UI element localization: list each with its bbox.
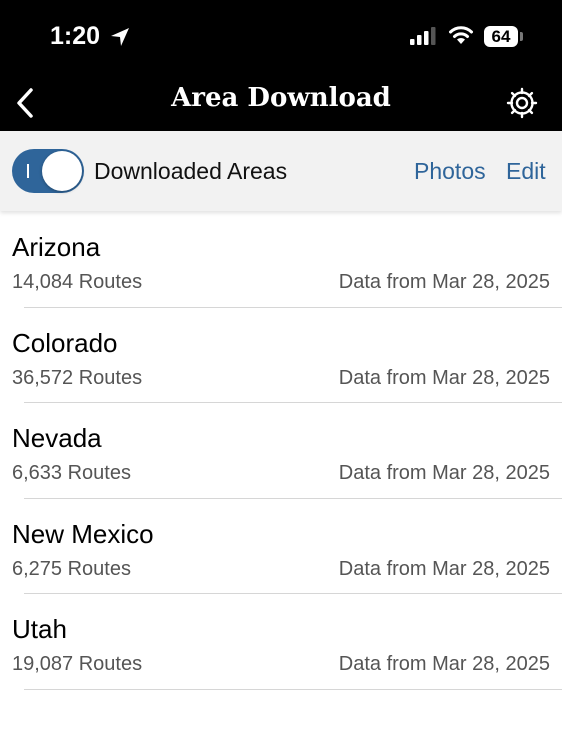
area-name: Colorado	[12, 327, 118, 358]
battery-tip	[520, 32, 523, 41]
navigation-bar: Area Download	[0, 75, 562, 131]
area-row-nevada[interactable]: Nevada 6,633 Routes Data from Mar 28, 20…	[0, 403, 562, 499]
cellular-signal-icon	[410, 27, 436, 45]
status-bar: 1:20 64	[0, 0, 562, 75]
downloaded-areas-label: Downloaded Areas	[94, 158, 288, 184]
photos-button[interactable]: Photos	[414, 158, 486, 185]
area-route-count: 36,572 Routes	[12, 366, 143, 389]
row-divider	[24, 688, 562, 690]
area-name: Arizona	[12, 232, 101, 262]
location-arrow-icon	[111, 28, 129, 46]
toggle-knob	[42, 151, 82, 191]
area-row-utah[interactable]: Utah 19,087 Routes Data from Mar 28, 202…	[0, 594, 562, 690]
status-time: 1:20	[50, 22, 101, 50]
area-route-count: 19,087 Routes	[12, 653, 143, 676]
area-data-date: Data from Mar 28, 2025	[338, 462, 550, 485]
area-route-count: 14,084 Routes	[12, 271, 143, 293]
wifi-icon	[449, 26, 473, 44]
downloaded-areas-toolbar: Downloaded Areas Photos Edit	[0, 131, 562, 211]
area-route-count: 6,275 Routes	[12, 557, 131, 580]
edit-button[interactable]: Edit	[506, 158, 546, 185]
area-row-new-mexico[interactable]: New Mexico 6,275 Routes Data from Mar 28…	[0, 499, 562, 595]
area-name: New Mexico	[12, 518, 154, 549]
area-name: Utah	[12, 614, 67, 645]
downloaded-areas-toggle[interactable]	[12, 149, 84, 193]
page-title: Area Download	[171, 83, 391, 113]
area-data-date: Data from Mar 28, 2025	[338, 271, 550, 293]
battery-indicator: 64	[484, 26, 518, 47]
area-row-colorado[interactable]: Colorado 36,572 Routes Data from Mar 28,…	[0, 308, 562, 404]
area-row-arizona[interactable]: Arizona 14,084 Routes Data from Mar 28, …	[0, 212, 562, 308]
area-route-count: 6,633 Routes	[12, 462, 131, 485]
area-data-date: Data from Mar 28, 2025	[338, 366, 550, 389]
area-data-date: Data from Mar 28, 2025	[338, 653, 550, 676]
settings-button[interactable]	[500, 81, 544, 125]
area-list: Arizona 14,084 Routes Data from Mar 28, …	[0, 212, 562, 690]
area-data-date: Data from Mar 28, 2025	[338, 557, 550, 580]
area-name: Nevada	[12, 423, 102, 454]
gear-icon	[506, 87, 538, 119]
toggle-on-mark	[27, 164, 29, 178]
